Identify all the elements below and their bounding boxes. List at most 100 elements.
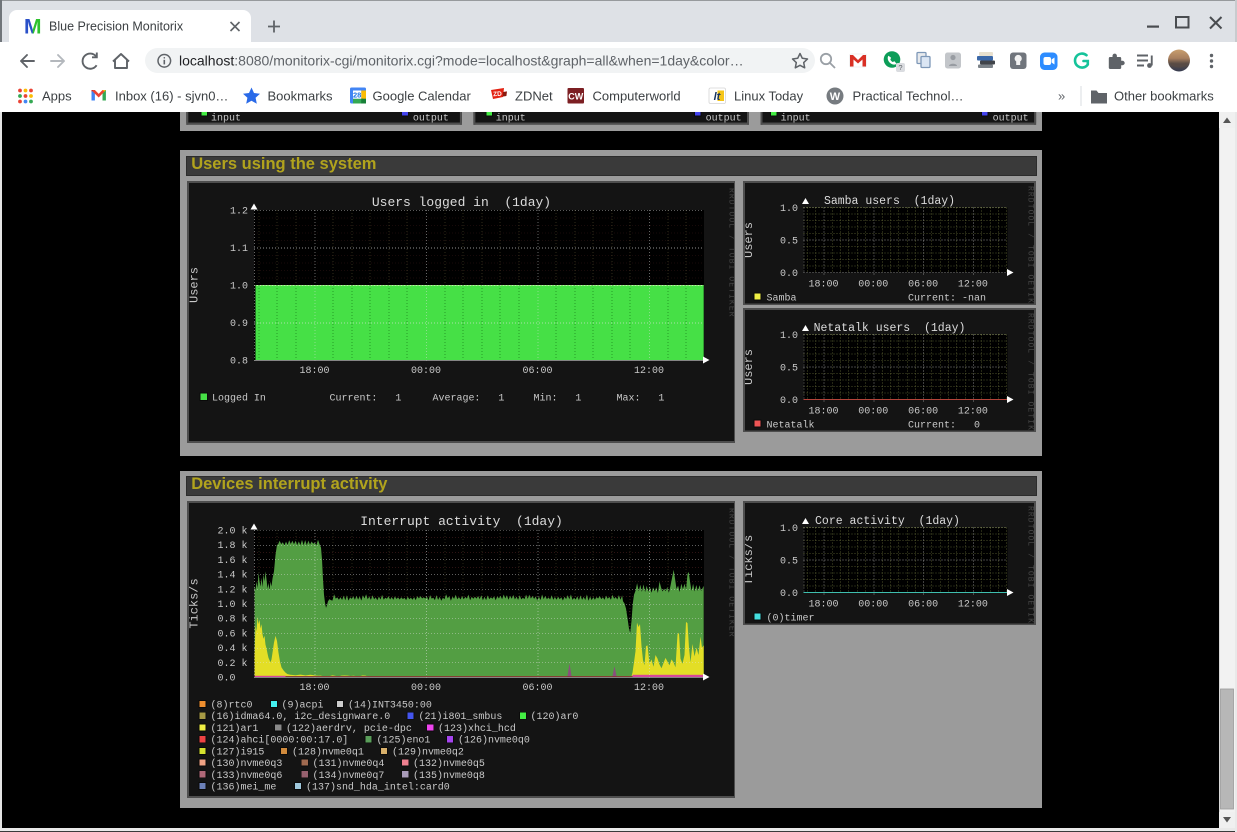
svg-text:0.9: 0.9 [230, 318, 248, 329]
svg-text:(124)ahci[0000:00:17.0]: (124)ahci[0000:00:17.0] [210, 735, 348, 746]
svg-text:Users: Users [189, 267, 202, 303]
svg-text:06:00: 06:00 [908, 407, 938, 418]
svg-text:RRDTOOL / TOBI OETIKER: RRDTOOL / TOBI OETIKER [1026, 313, 1035, 431]
svg-text:00:00: 00:00 [858, 280, 888, 291]
svg-text:Bookmarks: Bookmarks [268, 89, 334, 104]
svg-text:0.8: 0.8 [230, 355, 248, 366]
svg-text:input: input [781, 113, 811, 125]
svg-text:Apps: Apps [42, 89, 72, 104]
svg-text:Linux Today: Linux Today [734, 89, 804, 104]
svg-text:Users logged in (1day): Users logged in (1day) [371, 195, 550, 210]
svg-text:0.4 k: 0.4 k [217, 643, 247, 654]
svg-text:(129)nvme0q2: (129)nvme0q2 [392, 746, 464, 757]
svg-text:output: output [413, 114, 449, 125]
svg-text:Google Calendar: Google Calendar [373, 89, 472, 104]
svg-text:localhost:8080/monitorix-cgi/m: localhost:8080/monitorix-cgi/monitorix.c… [179, 53, 744, 69]
svg-text:1.2: 1.2 [230, 205, 248, 216]
svg-text:(123)xhci_hcd: (123)xhci_hcd [438, 723, 516, 734]
svg-text:(14)INT3450:00: (14)INT3450:00 [348, 699, 432, 710]
svg-text:(126)nvme0q0: (126)nvme0q0 [458, 735, 530, 746]
svg-text:12:00: 12:00 [634, 365, 664, 376]
svg-text:Netatalk users (1day): Netatalk users (1day) [814, 322, 966, 335]
svg-text:00:00: 00:00 [411, 682, 441, 693]
svg-text:0.6 k: 0.6 k [217, 628, 247, 639]
svg-text:1.0 k: 1.0 k [217, 599, 247, 610]
svg-text:06:00: 06:00 [522, 365, 552, 376]
svg-text:1.0: 1.0 [780, 524, 798, 535]
svg-text:Min: 1: Min: 1 [533, 392, 581, 403]
svg-text:Other bookmarks: Other bookmarks [1114, 89, 1214, 104]
svg-text:CW: CW [568, 92, 583, 102]
svg-text:00:00: 00:00 [858, 407, 888, 418]
svg-text:Samba users (1day): Samba users (1day) [824, 195, 955, 208]
svg-text:(135)nvme0q8: (135)nvme0q8 [413, 770, 485, 781]
svg-text:M: M [24, 16, 42, 39]
svg-text:0.0: 0.0 [217, 672, 235, 683]
svg-text:(134)nvme0q7: (134)nvme0q7 [312, 770, 384, 781]
svg-text:(8)rtc0: (8)rtc0 [210, 699, 252, 710]
svg-text:12:00: 12:00 [958, 407, 988, 418]
svg-text:input: input [496, 113, 526, 125]
svg-text:06:00: 06:00 [522, 682, 552, 693]
svg-text:1.0: 1.0 [780, 204, 798, 215]
svg-text:1.2 k: 1.2 k [217, 584, 247, 595]
svg-text:18:00: 18:00 [299, 365, 329, 376]
svg-text:1.8 k: 1.8 k [217, 540, 247, 551]
svg-text:»: » [1058, 89, 1065, 104]
svg-text:Average: 1: Average: 1 [432, 392, 504, 403]
svg-text:(127)i915: (127)i915 [210, 746, 264, 757]
svg-text:Practical Technol…: Practical Technol… [853, 89, 964, 104]
svg-text:0.0: 0.0 [780, 269, 798, 280]
svg-text:Blue Precision Monitorix: Blue Precision Monitorix [49, 20, 184, 34]
svg-text:(21)i801_smbus: (21)i801_smbus [418, 711, 502, 722]
svg-text:1.0: 1.0 [230, 280, 248, 291]
svg-text:output: output [706, 114, 742, 125]
svg-text:(137)snd_hda_intel:card0: (137)snd_hda_intel:card0 [306, 782, 450, 793]
svg-text:18:00: 18:00 [809, 407, 839, 418]
svg-text:(136)mei_me: (136)mei_me [210, 782, 276, 793]
svg-text:Core activity (1day): Core activity (1day) [815, 515, 960, 528]
svg-text:0.5: 0.5 [780, 237, 798, 248]
svg-text:1.1: 1.1 [230, 243, 248, 254]
svg-text:0.0: 0.0 [780, 589, 798, 600]
svg-text:RRDTOOL / TOBI OETIKER: RRDTOOL / TOBI OETIKER [1026, 186, 1035, 304]
svg-text:06:00: 06:00 [908, 280, 938, 291]
svg-text:Interrupt activity (1day): Interrupt activity (1day) [360, 514, 563, 529]
svg-text:Users: Users [745, 222, 756, 258]
svg-text:(121)ar1: (121)ar1 [210, 723, 258, 734]
svg-text:RRDTOOL / TOBI OETIKER: RRDTOOL / TOBI OETIKER [726, 508, 734, 638]
svg-text:Computerworld: Computerworld [593, 89, 681, 104]
svg-text:(133)nvme0q6: (133)nvme0q6 [210, 770, 282, 781]
svg-text:12:00: 12:00 [958, 280, 988, 291]
svg-text:Current: 1: Current: 1 [329, 392, 401, 403]
svg-text:Current: -nan: Current: -nan [908, 294, 986, 304]
svg-text:0.5: 0.5 [780, 364, 798, 375]
svg-text:(122)aerdrv, pcie-dpc: (122)aerdrv, pcie-dpc [286, 723, 412, 734]
svg-text:input: input [211, 113, 241, 125]
svg-text:(16)idma64.0, i2c_designware.0: (16)idma64.0, i2c_designware.0 [210, 711, 390, 722]
svg-text:Netatalk: Netatalk [767, 420, 815, 431]
svg-text:1.0: 1.0 [780, 331, 798, 342]
svg-text:12:00: 12:00 [958, 600, 988, 611]
svg-text:0.0: 0.0 [780, 396, 798, 407]
svg-text:RRDTOOL / TOBI OETIKER: RRDTOOL / TOBI OETIKER [726, 188, 734, 318]
svg-text:18:00: 18:00 [299, 682, 329, 693]
svg-text:0.2 k: 0.2 k [217, 658, 247, 669]
svg-text:(120)ar0: (120)ar0 [530, 711, 578, 722]
svg-text:(132)nvme0q5: (132)nvme0q5 [413, 758, 485, 769]
svg-text:Current: 0: Current: 0 [908, 421, 980, 431]
svg-text:(131)nvme0q4: (131)nvme0q4 [312, 758, 384, 769]
svg-text:RRDTOOL / TOBI OETIKER: RRDTOOL / TOBI OETIKER [1026, 506, 1035, 624]
svg-text:Samba: Samba [767, 293, 797, 304]
svg-text:(125)eno1: (125)eno1 [376, 735, 430, 746]
svg-text:(0)timer: (0)timer [767, 613, 815, 624]
svg-text:Logged In: Logged In [212, 392, 266, 403]
svg-text:0.5: 0.5 [780, 557, 798, 568]
svg-text:output: output [993, 114, 1029, 125]
svg-text:18:00: 18:00 [809, 280, 839, 291]
svg-text:ZD: ZD [493, 91, 502, 99]
svg-text:(128)nvme0q1: (128)nvme0q1 [292, 746, 364, 757]
svg-text:Users: Users [745, 349, 756, 385]
svg-text:W: W [830, 91, 841, 103]
svg-text:Inbox (16) - sjvn0…: Inbox (16) - sjvn0… [115, 89, 228, 104]
